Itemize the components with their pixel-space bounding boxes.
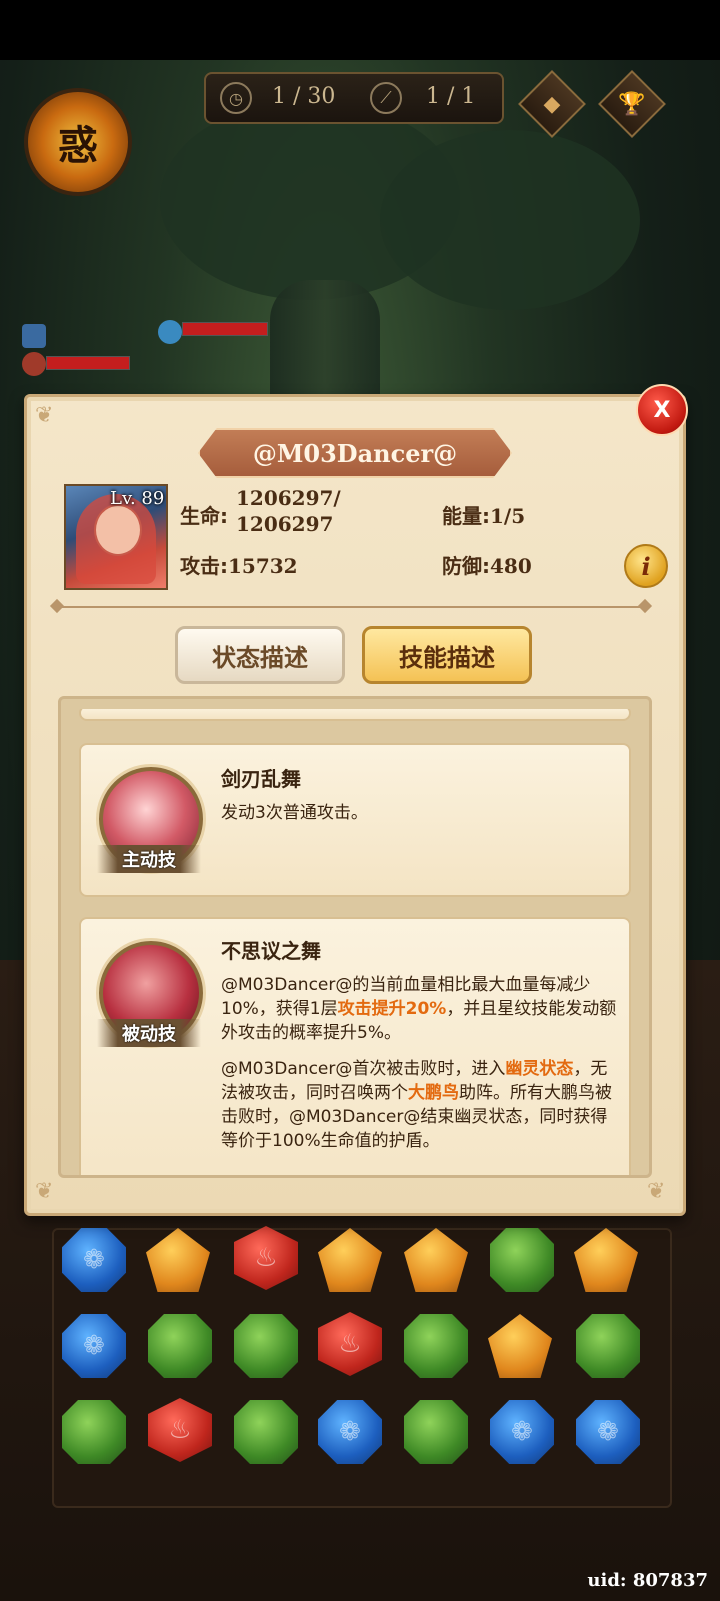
skill-description-p1: @M03Dancer@的当前血量相比最大血量每减少10%，获得1层攻击提升20%… bbox=[221, 973, 617, 1045]
level-label: Lv. 89 bbox=[110, 488, 165, 509]
tab-skill-description[interactable]: 技能描述 bbox=[362, 626, 532, 684]
leaf-gem[interactable] bbox=[576, 1314, 640, 1378]
skill-list-scroll[interactable]: 主动技 剑刃乱舞 发动3次普通攻击。 被动技 不思议之舞 @M03Dancer@… bbox=[71, 709, 639, 1175]
skill-card: 被动技 不思议之舞 @M03Dancer@的当前血量相比最大血量每减少10%，获… bbox=[79, 917, 631, 1175]
leaf-gem[interactable] bbox=[234, 1400, 298, 1464]
portrait-face bbox=[94, 504, 142, 556]
tab-skill-label: 技能描述 bbox=[399, 643, 495, 672]
fire-badge-icon bbox=[22, 352, 46, 376]
attack-stat: 攻击:15732 bbox=[180, 550, 298, 579]
leaf-gem[interactable] bbox=[404, 1314, 468, 1378]
desc-highlight: 幽灵状态 bbox=[505, 1059, 574, 1079]
enemy-hp-bar bbox=[46, 356, 130, 370]
corner-ornament-icon: ❦ bbox=[647, 1179, 666, 1204]
clock-icon: ◷ bbox=[220, 82, 252, 114]
list-item bbox=[79, 709, 631, 721]
leaf-gem[interactable] bbox=[234, 1314, 298, 1378]
boss-emblem[interactable]: 惑 bbox=[24, 88, 132, 196]
turn-counter-bar: ◷ 1 / 30 ⟋ 1 / 1 bbox=[204, 72, 504, 124]
tab-status-label: 状态描述 bbox=[212, 643, 308, 672]
skill-description-p2: @M03Dancer@首次被击败时，进入幽灵状态，无法被攻击，同时召唤两个大鹏鸟… bbox=[221, 1057, 617, 1153]
skill-type-tag: 被动技 bbox=[97, 1019, 201, 1047]
close-icon: X bbox=[653, 397, 671, 423]
skill-name: 不思议之舞 bbox=[221, 939, 321, 963]
enemy-hp-bar bbox=[182, 322, 268, 336]
water-badge-icon bbox=[158, 320, 182, 344]
skill-list[interactable]: 主动技 剑刃乱舞 发动3次普通攻击。 被动技 不思议之舞 @M03Dancer@… bbox=[58, 696, 652, 1178]
corner-ornament-icon: ❦ bbox=[35, 1179, 54, 1204]
leaf-gem[interactable] bbox=[490, 1228, 554, 1292]
defense-stat: 防御:480 bbox=[442, 550, 532, 579]
skill-card: 主动技 剑刃乱舞 发动3次普通攻击。 bbox=[79, 743, 631, 897]
info-icon: i bbox=[641, 551, 651, 581]
defense-label: 防御: bbox=[442, 554, 490, 578]
user-id: uid: 807837 bbox=[587, 1570, 708, 1591]
tree-foliage bbox=[380, 130, 640, 310]
leaf-gem[interactable] bbox=[404, 1400, 468, 1464]
defense-value: 480 bbox=[490, 554, 532, 578]
desc-highlight: 攻击提升20% bbox=[337, 999, 447, 1019]
energy-value: 1/5 bbox=[490, 504, 526, 528]
turns-counter: 1 / 30 bbox=[272, 84, 336, 109]
leaf-gem[interactable] bbox=[148, 1314, 212, 1378]
trophy-icon: 🏆 bbox=[618, 91, 646, 117]
info-button[interactable]: i bbox=[624, 544, 668, 588]
hp-label: 生命: bbox=[180, 500, 228, 529]
desc-highlight: 大鹏鸟 bbox=[408, 1083, 459, 1103]
energy-label: 能量: bbox=[442, 504, 490, 528]
character-name: @M03Dancer@ bbox=[252, 438, 458, 468]
hp-value-line1: 1206297/ bbox=[236, 486, 341, 510]
kills-counter: 1 / 1 bbox=[426, 84, 476, 109]
sword-icon: ⟋ bbox=[370, 82, 402, 114]
leaf-gem[interactable] bbox=[62, 1400, 126, 1464]
hp-value-line2: 1206297 bbox=[236, 512, 334, 536]
diamond-emblem-icon: ◆ bbox=[543, 91, 561, 117]
character-name-banner: @M03Dancer@ bbox=[198, 428, 512, 478]
status-bar bbox=[0, 0, 720, 60]
energy-stat: 能量:1/5 bbox=[442, 500, 525, 529]
attack-label: 攻击: bbox=[180, 554, 228, 578]
sword-badge-icon bbox=[22, 324, 46, 348]
corner-ornament-icon: ❦ bbox=[35, 403, 54, 428]
skill-type-tag: 主动技 bbox=[97, 845, 201, 873]
desc-text: @M03Dancer@首次被击败时，进入 bbox=[221, 1059, 506, 1079]
panel-divider bbox=[56, 606, 646, 608]
skill-name: 剑刃乱舞 bbox=[221, 767, 301, 791]
tab-status-description[interactable]: 状态描述 bbox=[175, 626, 345, 684]
attack-value: 15732 bbox=[228, 554, 298, 578]
hp-label-text: 生命: bbox=[180, 504, 228, 528]
close-button[interactable]: X bbox=[636, 384, 688, 436]
skill-description: 发动3次普通攻击。 bbox=[221, 803, 368, 823]
boss-emblem-glyph: 惑 bbox=[58, 123, 98, 169]
